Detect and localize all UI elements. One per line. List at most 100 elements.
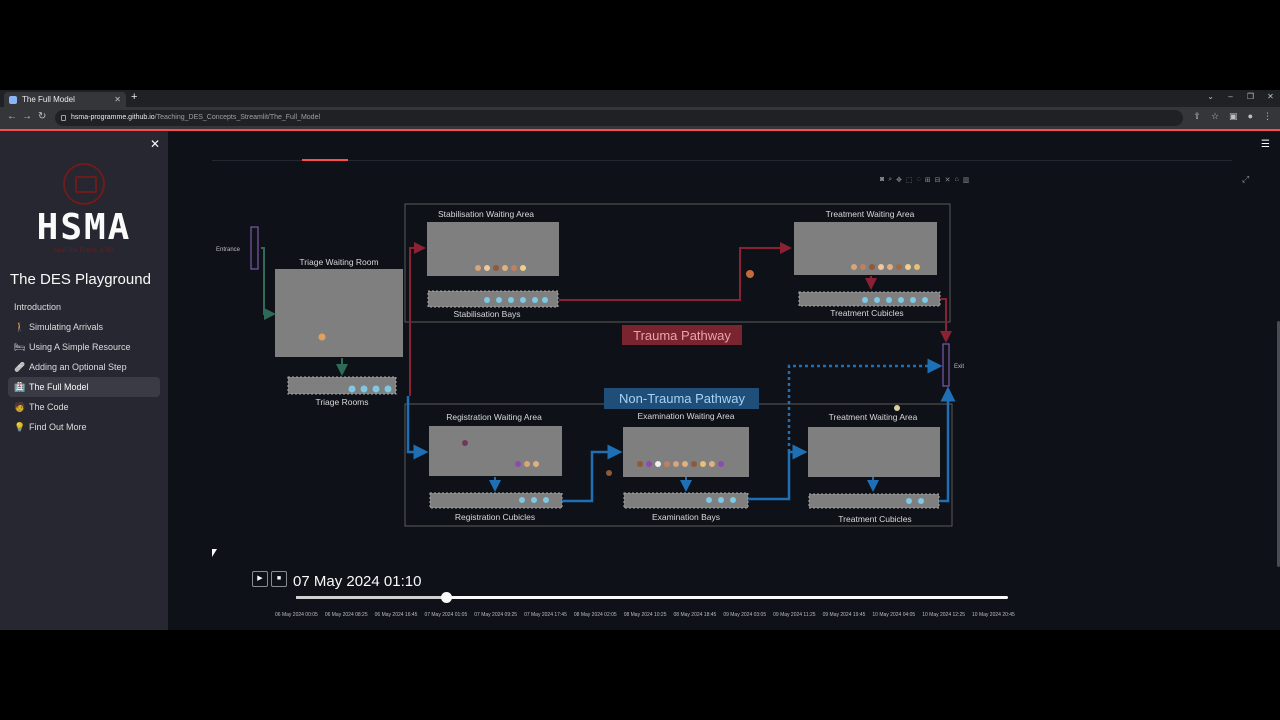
stabilisation-waiting-label: Stabilisation Waiting Area <box>438 209 534 219</box>
sidebar-close-icon[interactable]: ✕ <box>150 137 160 151</box>
stabilisation-waiting-area <box>427 222 559 276</box>
registration-cubicles-area <box>429 492 563 509</box>
new-tab-icon[interactable]: + <box>131 91 137 103</box>
sidebar-item-label: The Code <box>29 402 69 412</box>
reload-icon[interactable]: ↻ <box>38 111 46 122</box>
box-select-icon[interactable]: ⬚ <box>906 176 913 184</box>
url-host: hsma-programme.github.io <box>71 114 155 121</box>
browser-tab[interactable]: The Full Model ✕ <box>4 92 126 107</box>
sidebar-item-find-out-more[interactable]: 💡 Find Out More <box>8 417 160 437</box>
close-window-icon[interactable]: ✕ <box>1265 92 1276 101</box>
resource-icon <box>372 385 380 393</box>
timeline-tick-label: 09 May 2024 03:05 <box>723 612 767 618</box>
registration-waiting-area <box>429 426 562 476</box>
triage-waiting-label: Triage Waiting Room <box>299 257 378 267</box>
sidebar-item-label: The Full Model <box>29 382 89 392</box>
registration-cubicles-label: Registration Cubicles <box>455 512 535 522</box>
share-icon[interactable]: ⇪ <box>1193 111 1201 122</box>
sidebar-item-optional-step[interactable]: 🩹 Adding an Optional Step <box>8 357 160 377</box>
tab-search-icon[interactable]: ⌄ <box>1207 92 1214 101</box>
lasso-icon[interactable]: ◌ <box>917 176 921 184</box>
timeline-slider[interactable] <box>296 592 1008 603</box>
timeline-progress <box>296 596 447 599</box>
sidepanel-icon[interactable]: ▣ <box>1229 111 1238 122</box>
hsma-logo-subtitle: Heal The Future, A Tes <box>53 248 115 254</box>
tab-close-icon[interactable]: ✕ <box>114 92 121 107</box>
plotly-logo-icon[interactable]: ▥ <box>963 176 970 184</box>
url-path: /Teaching_DES_Concepts_Streamlit/The_Ful… <box>154 114 321 121</box>
back-icon[interactable]: ← <box>7 111 17 122</box>
timeline-ticks: 06 May 2024 00:05 06 May 2024 08:25 06 May… <box>275 612 1015 618</box>
stabilisation-bays-area <box>427 290 559 308</box>
play-icon: ▶ <box>257 575 263 582</box>
lightbulb-icon: 💡 <box>14 422 26 432</box>
stabilisation-to-treatment-arrow <box>559 242 792 301</box>
address-bar[interactable]: hsma-programme.github.io/Teaching_DES_Co… <box>55 110 1183 126</box>
tab-divider <box>212 160 1232 161</box>
sidebar-item-the-code[interactable]: 🧑 The Code <box>8 397 160 417</box>
zoom-in-icon[interactable]: ⊞ <box>925 176 931 184</box>
lock-icon <box>61 115 66 121</box>
sidebar-item-label: Using A Simple Resource <box>29 342 131 352</box>
browser-tab-bar: The Full Model ✕ + ⌄ – ❐ ✕ <box>0 90 1280 107</box>
main-content: ☰ ◙ ⌕ ✥ ⬚ ◌ ⊞ ⊟ ✕ ⌂ ▥ ⤢ Entrance Exit Tr… <box>168 131 1280 632</box>
registration-to-examination-arrow <box>562 444 623 503</box>
bookmark-star-icon[interactable]: ☆ <box>1211 111 1219 122</box>
pan-icon[interactable]: ✥ <box>896 176 902 184</box>
sidebar: ✕ HSMA Heal The Future, A Tes The DES Pl… <box>0 131 168 632</box>
home-icon[interactable]: ⌂ <box>954 176 958 184</box>
examination-bays-label: Examination Bays <box>652 512 720 522</box>
fullscreen-icon[interactable]: ⤢ <box>1242 174 1249 185</box>
browser-nav-bar: ← → ↻ hsma-programme.github.io/Teaching_… <box>0 107 1280 129</box>
stop-button[interactable]: ■ <box>271 571 287 587</box>
play-button[interactable]: ▶ <box>252 571 268 587</box>
timeline-tick-label: 10 May 2024 12:25 <box>922 612 966 618</box>
nontrauma-treatment-waiting-label: Treatment Waiting Area <box>829 412 918 422</box>
triage-waiting-area <box>275 269 403 357</box>
letterbox-bottom <box>0 630 1280 720</box>
camera-icon[interactable]: ◙ <box>880 176 884 184</box>
timeline-tick-label: 06 May 2024 16:45 <box>374 612 418 618</box>
favicon-icon <box>9 96 17 104</box>
timeline-tick-label: 08 May 2024 18:45 <box>673 612 717 618</box>
sidebar-item-full-model[interactable]: 🏥 The Full Model <box>8 377 160 397</box>
forward-icon[interactable]: → <box>22 111 32 122</box>
exit-marker <box>942 343 950 387</box>
timeline-tick-label: 06 May 2024 08:25 <box>324 612 368 618</box>
walking-person-icon: 🚶 <box>14 322 26 332</box>
sidebar-item-introduction[interactable]: Introduction <box>8 297 160 317</box>
bed-icon: 🛏 <box>14 342 26 352</box>
sidebar-item-simulating-arrivals[interactable]: 🚶 Simulating Arrivals <box>8 317 160 337</box>
timeline-tick-label: 08 May 2024 10:25 <box>623 612 667 618</box>
kebab-menu-icon[interactable]: ⋮ <box>1263 111 1272 122</box>
entrance-marker <box>250 226 259 270</box>
triage-rooms-area <box>287 376 397 395</box>
examination-waiting-label: Examination Waiting Area <box>637 411 734 421</box>
timeline-tick-label: 10 May 2024 04:05 <box>872 612 916 618</box>
technologist-icon: 🧑 <box>14 402 26 412</box>
sidebar-item-simple-resource[interactable]: 🛏 Using A Simple Resource <box>8 337 160 357</box>
zoom-out-icon[interactable]: ⊟ <box>935 176 941 184</box>
trauma-treatment-cubicles-area <box>798 291 941 307</box>
autoscale-icon[interactable]: ✕ <box>945 176 951 184</box>
trauma-to-exit-arrow <box>940 298 952 343</box>
timeline-tick-label: 07 May 2024 17:45 <box>524 612 567 618</box>
timeline-slider-handle[interactable] <box>441 592 453 603</box>
sidebar-item-label: Find Out More <box>29 422 87 432</box>
main-menu-icon[interactable]: ☰ <box>1261 139 1270 150</box>
minimize-icon[interactable]: – <box>1225 92 1236 101</box>
restore-icon[interactable]: ❐ <box>1245 92 1256 101</box>
sidebar-title: The DES Playground <box>10 271 151 288</box>
hsma-logo: HSMA <box>36 207 132 248</box>
timeline-tick-label: 07 May 2024 09:25 <box>474 612 518 618</box>
trauma-treatment-waiting-label: Treatment Waiting Area <box>826 209 915 219</box>
resource-icon <box>348 385 356 393</box>
triage-rooms-label: Triage Rooms <box>315 397 368 407</box>
timeline-tick-label: 07 May 2024 01:05 <box>424 612 468 618</box>
zoom-icon[interactable]: ⌕ <box>888 176 892 184</box>
resource-icon <box>384 385 392 393</box>
timeline-tick-label: 09 May 2024 11:25 <box>773 612 816 618</box>
examination-to-treatment-arrow <box>748 444 808 501</box>
trauma-treatment-cubicles-label: Treatment Cubicles <box>830 308 903 318</box>
profile-icon[interactable]: ● <box>1248 111 1253 122</box>
